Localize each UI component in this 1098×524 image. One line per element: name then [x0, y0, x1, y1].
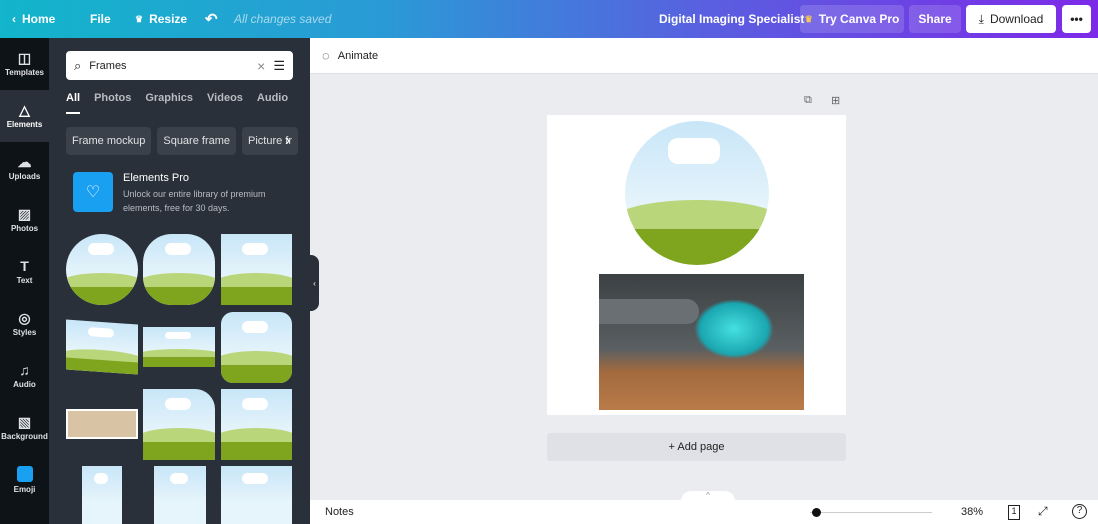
animate-icon: ◌ [322, 48, 330, 63]
emoji-icon [16, 466, 33, 482]
collapse-panel-handle[interactable]: ‹ [310, 255, 319, 311]
rail-text[interactable]: T Text [0, 246, 49, 298]
rail-background[interactable]: ▧ Background [0, 402, 49, 454]
frame-tall-3[interactable] [221, 466, 292, 524]
try-canva-pro-button[interactable]: ♛ Try Canva Pro [800, 5, 904, 33]
rail-emoji[interactable]: Emoji [0, 454, 49, 506]
rail-templates[interactable]: ◫ Templates [0, 38, 49, 90]
undo-icon[interactable]: ↶ [205, 0, 218, 38]
text-icon: T [20, 258, 29, 274]
frame-square[interactable] [221, 234, 292, 305]
save-status: All changes saved [234, 12, 332, 26]
top-bar: ‹ Home File ♛ Resize ↶ All changes saved D… [0, 0, 1098, 38]
music-icon: ♫ [19, 362, 30, 378]
frame-skewed[interactable] [66, 319, 138, 375]
frame-circle[interactable] [66, 234, 138, 305]
handshake-photo[interactable] [599, 274, 804, 410]
editor-toolbar: ◌ Animate [310, 38, 1098, 74]
duplicate-page-icon[interactable]: ⧉ [804, 94, 812, 107]
tab-all[interactable]: All [66, 92, 81, 114]
file-menu[interactable]: File [90, 0, 111, 38]
frame-torn[interactable] [221, 389, 292, 460]
help-button[interactable]: ? [1072, 504, 1087, 519]
chevron-right-icon[interactable]: › [285, 132, 290, 150]
rail-elements[interactable]: △ Elements [0, 90, 49, 142]
frame-corner[interactable] [143, 389, 215, 460]
page-count-button[interactable]: 1 [1008, 505, 1020, 520]
more-button[interactable]: ••• [1062, 5, 1091, 33]
fullscreen-icon[interactable]: ⤢ [1038, 504, 1048, 519]
digital-hand-graphic [694, 299, 774, 359]
frame-rounded[interactable] [221, 312, 292, 383]
elements-pro-promo[interactable]: ♡ Elements Pro Unlock our entire library … [73, 172, 283, 215]
animate-button[interactable]: Animate [338, 50, 378, 62]
crown-icon: ♛ [135, 13, 144, 24]
resize-button[interactable]: ♛ Resize [135, 0, 187, 38]
chip-frame-mockup[interactable]: Frame mockup [66, 127, 152, 155]
notes-button[interactable]: Notes [325, 506, 354, 518]
arm-graphic [599, 299, 699, 324]
design-page[interactable] [547, 115, 846, 415]
share-button[interactable]: Share [909, 5, 961, 33]
add-page-button[interactable]: + Add page [547, 433, 846, 461]
elements-icon: △ [19, 102, 30, 118]
photo-icon: ▨ [17, 206, 32, 222]
palette-icon: ◎ [18, 310, 31, 326]
tab-videos[interactable]: Videos [207, 92, 243, 114]
chevron-left-icon: ‹ [12, 12, 16, 26]
side-rail: ◫ Templates △ Elements ☁ Uploads ▨ Photos TT… [0, 38, 49, 524]
crown-icon: ♛ [804, 13, 813, 24]
rail-photos[interactable]: ▨ Photos [0, 194, 49, 246]
rail-uploads[interactable]: ☁ Uploads [0, 142, 49, 194]
frame-tall-2[interactable] [154, 466, 206, 524]
zoom-level[interactable]: 38% [961, 506, 983, 518]
search-input[interactable]: ⌕ Frames × ☰ [66, 51, 293, 80]
tab-graphics[interactable]: Graphics [145, 92, 193, 114]
chip-square-frame[interactable]: Square frame [157, 127, 237, 155]
frame-tall-1[interactable] [82, 466, 122, 524]
frame-mockup-photo[interactable] [66, 409, 138, 439]
rail-audio[interactable]: ♫ Audio [0, 350, 49, 402]
elements-panel: ⌕ Frames × ☰ All Photos Graphics Videos Aud… [49, 38, 310, 524]
add-page-icon[interactable]: ⊞ [831, 94, 840, 107]
download-button[interactable]: ⤓ Download [966, 5, 1056, 33]
circle-frame[interactable] [625, 121, 769, 265]
upload-cloud-icon: ☁ [17, 154, 32, 170]
zoom-slider-handle[interactable] [812, 508, 821, 517]
tab-photos[interactable]: Photos [94, 92, 131, 114]
zoom-slider[interactable] [810, 512, 932, 513]
bottom-bar: Notes 38% 1 ⤢ ? [310, 500, 1098, 524]
design-title[interactable]: Digital Imaging Specialist [659, 0, 804, 38]
home-button[interactable]: ‹ Home [12, 0, 55, 38]
rail-styles[interactable]: ◎ Styles [0, 298, 49, 350]
background-icon: ▧ [17, 414, 32, 430]
templates-icon: ◫ [17, 50, 32, 66]
elements-pro-icon: ♡ [73, 172, 113, 212]
tab-audio[interactable]: Audio [257, 92, 288, 114]
download-icon: ⤓ [978, 11, 984, 26]
search-icon: ⌕ [74, 57, 82, 73]
clear-icon[interactable]: × [257, 58, 265, 74]
filter-icon[interactable]: ☰ [273, 58, 285, 74]
frame-scalloped[interactable] [143, 234, 215, 305]
frame-wide[interactable] [143, 327, 215, 367]
